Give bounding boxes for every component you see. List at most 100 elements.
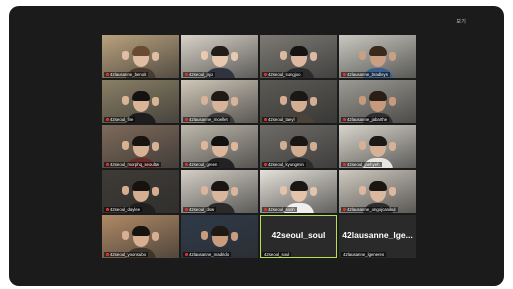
participant-tile[interactable]: 42lausanne_bradleys xyxy=(339,35,416,78)
muted-mic-icon xyxy=(264,208,267,211)
participant-tile-no-video[interactable]: 42seoul_soul 42seoul_soul xyxy=(260,215,337,258)
participant-tile[interactable]: 42lausanne_madrido xyxy=(181,215,258,258)
participant-tile[interactable]: 42lausanne_benoit xyxy=(102,35,179,78)
participant-tile[interactable]: 42seoul_dsw xyxy=(181,170,258,213)
participant-tile[interactable]: 42seoul_jsjo xyxy=(181,35,258,78)
hand-wave xyxy=(122,51,129,60)
hand-wave xyxy=(389,97,396,106)
muted-mic-icon xyxy=(343,208,346,211)
participant-name-text: 42seoul_fire xyxy=(110,117,134,122)
muted-mic-icon xyxy=(264,73,267,76)
participant-name-text: 42seoul_sungjoo xyxy=(268,72,301,77)
participant-name-text: 42seoul_morphq_seoultw xyxy=(110,162,159,167)
participant-name-text: 42seoul_taeyl xyxy=(268,117,295,122)
muted-mic-icon xyxy=(343,118,346,121)
hand-wave xyxy=(280,96,287,105)
hand-wave xyxy=(122,141,129,150)
hand-wave xyxy=(310,142,317,151)
participant-tile[interactable]: 42seoul_jaehyeh xyxy=(339,125,416,168)
hand-wave xyxy=(359,96,366,105)
participant-name: 42seoul_kyungmin xyxy=(262,162,306,167)
hand-wave xyxy=(389,187,396,196)
participant-name-text: 42lausanne_lgeneres xyxy=(343,252,385,257)
muted-mic-icon xyxy=(343,163,346,166)
muted-mic-icon xyxy=(185,73,188,76)
participant-name-text: 42lausanne_ongojcanikul xyxy=(347,207,396,212)
participant-name-text: 42seoul_kyungmin xyxy=(268,162,304,167)
hand-wave xyxy=(152,52,159,61)
participant-name: 42lausanne_bradleys xyxy=(341,72,390,77)
participant-tile[interactable]: 42seoul_taeyl xyxy=(260,80,337,123)
muted-mic-icon xyxy=(106,208,109,211)
participant-display-name: 42seoul_soul xyxy=(271,230,326,240)
muted-mic-icon xyxy=(185,118,188,121)
participant-name-text: 42lausanne_rnoellet xyxy=(189,117,228,122)
video-grid: 42lausanne_benoit 42seoul_jsjo 42seoul_sun… xyxy=(102,35,416,258)
participant-tile[interactable]: 42seoul_green xyxy=(181,125,258,168)
hand-wave xyxy=(280,141,287,150)
hand-wave xyxy=(310,97,317,106)
participant-tile[interactable]: 42seoul_kyungmin xyxy=(260,125,337,168)
participant-name-text: 42seoul_sooh xyxy=(268,207,295,212)
hand-wave xyxy=(280,186,287,195)
hand-wave xyxy=(152,142,159,151)
hand-wave xyxy=(231,187,238,196)
participant-name-text: 42seoul_jsjo xyxy=(189,72,213,77)
view-button[interactable]: 보기 xyxy=(456,18,466,25)
hand-wave xyxy=(201,51,208,60)
hand-wave xyxy=(280,51,287,60)
muted-mic-icon xyxy=(106,163,109,166)
hand-wave xyxy=(201,231,208,240)
muted-mic-icon xyxy=(185,253,188,256)
participant-tile-no-video[interactable]: 42lausanne_lge... 42lausanne_lgeneres xyxy=(339,215,416,258)
muted-mic-icon xyxy=(264,163,267,166)
hand-wave xyxy=(122,231,129,240)
participant-tile[interactable]: 42seoul_sungjoo xyxy=(260,35,337,78)
participant-name-text: 42lausanne_bradleys xyxy=(347,72,388,77)
hand-wave xyxy=(389,142,396,151)
hand-wave xyxy=(152,187,159,196)
participant-name: 42seoul_yoonsubo xyxy=(104,252,149,257)
participant-name: 42lausanne_lgeneres xyxy=(341,252,387,257)
participant-name-text: 42seoul_daylee xyxy=(110,207,141,212)
hand-wave xyxy=(359,186,366,195)
hand-wave xyxy=(201,96,208,105)
hand-wave xyxy=(359,51,366,60)
participant-tile[interactable]: 42lausanne_jabarthe xyxy=(339,80,416,123)
hand-wave xyxy=(231,97,238,106)
hand-wave xyxy=(201,141,208,150)
hand-wave xyxy=(359,141,366,150)
participant-tile[interactable]: 42lausanne_ongojcanikul xyxy=(339,170,416,213)
muted-mic-icon xyxy=(264,118,267,121)
participant-name-text: 42lausanne_jabarthe xyxy=(347,117,388,122)
participant-tile[interactable]: 42seoul_morphq_seoultw xyxy=(102,125,179,168)
participant-tile[interactable]: 42seoul_fire xyxy=(102,80,179,123)
participant-name: 42lausanne_ongojcanikul xyxy=(341,207,398,212)
participant-name: 42seoul_taeyl xyxy=(262,117,297,122)
muted-mic-icon xyxy=(185,163,188,166)
participant-display-name: 42lausanne_lge... xyxy=(342,230,413,240)
participant-name-text: 42seoul_soul xyxy=(264,252,290,257)
participant-name: 42seoul_sungjoo xyxy=(262,72,303,77)
hand-wave xyxy=(231,142,238,151)
muted-mic-icon xyxy=(106,253,109,256)
participant-name: 42seoul_jsjo xyxy=(183,72,215,77)
participant-name-text: 42seoul_green xyxy=(189,162,218,167)
hand-wave xyxy=(122,96,129,105)
participant-tile[interactable]: 42seoul_yoonsubo xyxy=(102,215,179,258)
participant-name: 42seoul_daylee xyxy=(104,207,143,212)
participant-tile[interactable]: 42lausanne_rnoellet xyxy=(181,80,258,123)
participant-name-text: 42lausanne_benoit xyxy=(110,72,147,77)
participant-tile[interactable]: 42seoul_daylee xyxy=(102,170,179,213)
hand-wave xyxy=(152,97,159,106)
muted-mic-icon xyxy=(343,73,346,76)
participant-name: 42lausanne_madrido xyxy=(183,252,232,257)
participant-name: 42seoul_dsw xyxy=(183,207,217,212)
hand-wave xyxy=(310,187,317,196)
participant-name-text: 42seoul_dsw xyxy=(189,207,215,212)
participant-name: 42lausanne_jabarthe xyxy=(341,117,390,122)
participant-name: 42seoul_jaehyeh xyxy=(341,162,382,167)
participant-name: 42seoul_soul xyxy=(262,252,292,257)
participant-tile[interactable]: 42seoul_sooh xyxy=(260,170,337,213)
muted-mic-icon xyxy=(185,208,188,211)
